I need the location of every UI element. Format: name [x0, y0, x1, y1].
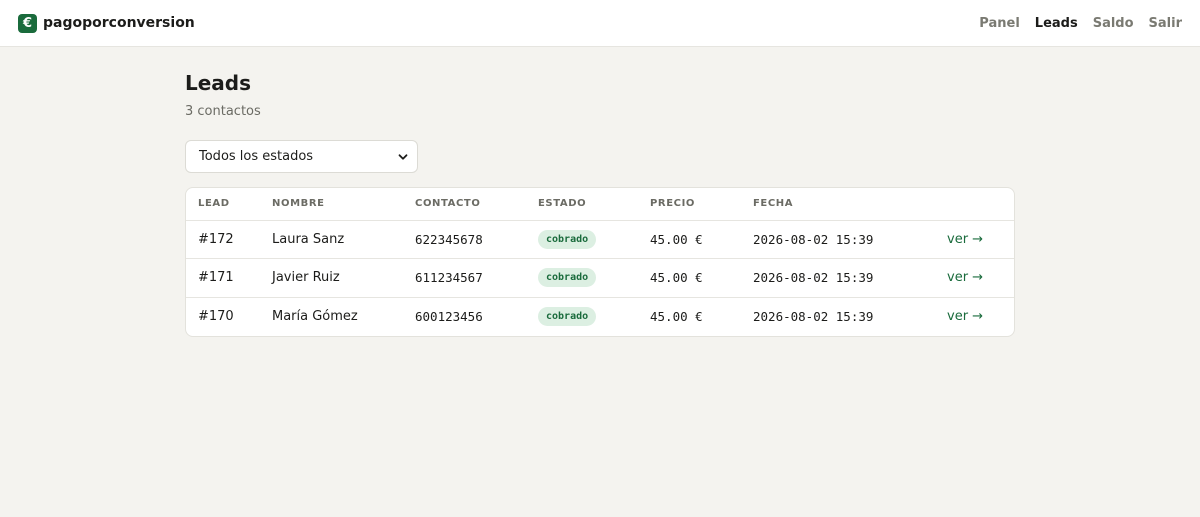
brand-logo[interactable]: € pagoporconversion [18, 13, 195, 33]
table-row[interactable]: #170 María Gómez 600123456 cobrado 45.00… [186, 297, 1014, 336]
column-header-lead: LEAD [186, 188, 260, 221]
column-header-nombre: NOMBRE [260, 188, 403, 221]
column-header-estado: ESTADO [526, 188, 638, 221]
lead-name: María Gómez [272, 309, 358, 325]
main-nav: Panel Leads Saldo Salir [964, 16, 1182, 31]
lead-price: 45.00 € [638, 220, 741, 260]
page-title: Leads [185, 71, 252, 95]
table-row[interactable]: #172 Laura Sanz 622345678 cobrado 45.00 … [186, 220, 1014, 260]
column-header-precio: PRECIO [638, 188, 741, 221]
main-content: Leads 3 contactos Todos los estados LEAD… [185, 47, 1015, 337]
column-header-fecha: FECHA [741, 188, 935, 221]
status-filter-value: Todos los estados [199, 149, 314, 164]
lead-action-cell: ver → [935, 220, 1014, 260]
column-header-action [935, 188, 1014, 221]
brand-name: pagoporconversion [43, 15, 195, 31]
nav-item-saldo[interactable]: Saldo [1093, 16, 1134, 31]
lead-status-cell: cobrado [526, 297, 638, 336]
nav-item-leads[interactable]: Leads [1035, 16, 1078, 31]
lead-date: 2026-08-02 15:39 [753, 309, 874, 325]
status-badge: cobrado [538, 307, 597, 327]
lead-name: Laura Sanz [260, 220, 403, 260]
view-lead-link[interactable]: ver → [947, 309, 983, 324]
euro-icon: € [18, 13, 37, 33]
lead-status-cell: cobrado [526, 258, 638, 298]
lead-id: #172 [186, 220, 260, 260]
lead-id: #170 [198, 309, 234, 325]
table-header-row: LEAD NOMBRE CONTACTO ESTADO PRECIO FECHA [186, 188, 1014, 221]
view-lead-link[interactable]: ver → [947, 270, 983, 285]
column-header-contacto: CONTACTO [403, 188, 526, 221]
status-filter-select[interactable]: Todos los estados [185, 140, 418, 173]
nav-item-panel[interactable]: Panel [979, 16, 1019, 31]
status-badge: cobrado [538, 229, 597, 249]
lead-contact: 611234567 [403, 258, 526, 298]
status-badge: cobrado [538, 268, 597, 288]
leads-table: LEAD NOMBRE CONTACTO ESTADO PRECIO FECHA… [186, 188, 1014, 336]
lead-date: 2026-08-02 15:39 [741, 220, 935, 260]
lead-status-cell: cobrado [526, 220, 638, 260]
lead-contact: 622345678 [403, 220, 526, 260]
lead-price: 45.00 € [638, 258, 741, 298]
lead-name: Javier Ruiz [260, 258, 403, 298]
lead-date: 2026-08-02 15:39 [741, 258, 935, 298]
view-lead-link[interactable]: ver → [947, 232, 983, 247]
contact-count: 3 contactos [185, 104, 261, 119]
leads-table-card: LEAD NOMBRE CONTACTO ESTADO PRECIO FECHA… [185, 187, 1015, 337]
lead-action-cell: ver → [935, 297, 1014, 336]
nav-item-salir[interactable]: Salir [1149, 16, 1182, 31]
lead-contact: 600123456 [415, 309, 483, 325]
lead-id: #171 [186, 258, 260, 298]
lead-action-cell: ver → [935, 258, 1014, 298]
top-navbar: € pagoporconversion Panel Leads Saldo Sa… [0, 0, 1200, 47]
chevron-down-icon [398, 153, 408, 160]
lead-price: 45.00 € [650, 309, 703, 325]
table-row[interactable]: #171 Javier Ruiz 611234567 cobrado 45.00… [186, 258, 1014, 298]
